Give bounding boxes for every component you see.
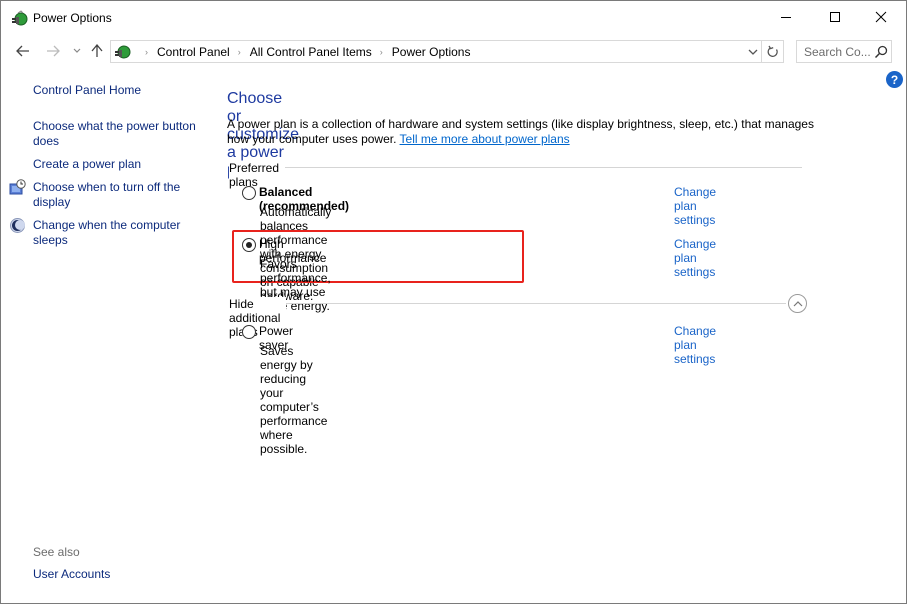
search-icon[interactable] [874, 45, 888, 59]
plan-radio-power-saver[interactable] [242, 325, 256, 339]
window-title: Power Options [33, 11, 112, 25]
search-placeholder: Search Co... [804, 45, 871, 59]
forward-button[interactable] [43, 41, 63, 61]
sidebar-computer-sleeps[interactable]: Change when the computer sleeps [33, 218, 208, 248]
up-button[interactable] [87, 41, 107, 61]
power-options-window: Power Options › Control Panel › All Cont… [0, 0, 907, 604]
minimize-button[interactable] [763, 1, 809, 33]
sidebar-power-button-settings[interactable]: Choose what the power button does [33, 119, 208, 149]
arrow-left-icon [16, 45, 29, 57]
search-input[interactable]: Search Co... [796, 40, 892, 63]
change-plan-settings-power-saver[interactable]: Change plan settings [674, 324, 716, 366]
change-plan-settings-balanced[interactable]: Change plan settings [674, 185, 716, 227]
recent-locations-button[interactable] [67, 41, 87, 61]
chevron-down-icon [748, 49, 758, 55]
group-divider [229, 167, 802, 168]
learn-more-link[interactable]: Tell me more about power plans [400, 132, 570, 146]
sleep-moon-icon [10, 218, 25, 233]
sidebar-create-power-plan[interactable]: Create a power plan [33, 157, 208, 172]
help-icon[interactable]: ? [886, 71, 903, 88]
arrow-right-icon [47, 45, 60, 57]
maximize-icon [830, 12, 840, 22]
refresh-button[interactable] [762, 40, 784, 63]
plan-radio-balanced[interactable] [242, 186, 256, 200]
close-button[interactable] [858, 1, 904, 33]
sidebar-control-panel-home[interactable]: Control Panel Home [33, 83, 208, 98]
arrow-up-icon [91, 44, 103, 57]
title-bar: Power Options [1, 1, 906, 35]
chevron-right-icon[interactable]: › [380, 47, 383, 57]
close-icon [875, 11, 887, 23]
breadcrumb: › Control Panel › All Control Panel Item… [137, 45, 470, 59]
maximize-button[interactable] [812, 1, 858, 33]
breadcrumb-power-options[interactable]: Power Options [392, 45, 471, 59]
chevron-right-icon[interactable]: › [238, 47, 241, 57]
group-divider [229, 303, 786, 304]
navigation-bar: › Control Panel › All Control Panel Item… [1, 37, 906, 65]
address-history-dropdown[interactable] [745, 44, 761, 60]
see-also-label: See also [33, 545, 80, 559]
breadcrumb-control-panel[interactable]: Control Panel [157, 45, 230, 59]
power-options-icon [115, 45, 131, 59]
chevron-down-icon [73, 48, 81, 53]
sidebar-user-accounts[interactable]: User Accounts [33, 567, 208, 582]
page-description: A power plan is a collection of hardware… [227, 117, 817, 147]
back-button[interactable] [13, 41, 33, 61]
sidebar-turn-off-display[interactable]: Choose when to turn off the display [33, 180, 208, 210]
chevron-up-icon [793, 300, 802, 306]
chevron-right-icon: › [145, 47, 148, 57]
collapse-additional-plans-button[interactable] [788, 294, 807, 313]
plan-description-power-saver: Saves energy by reducing your computer’s… [260, 344, 328, 456]
power-options-icon [12, 10, 28, 26]
plan-radio-high-performance[interactable] [242, 238, 256, 252]
minimize-icon [781, 17, 791, 18]
refresh-icon [767, 45, 778, 57]
breadcrumb-all-control-panel-items[interactable]: All Control Panel Items [250, 45, 372, 59]
display-clock-icon [9, 179, 26, 195]
address-bar[interactable]: › Control Panel › All Control Panel Item… [110, 40, 762, 63]
change-plan-settings-high-performance[interactable]: Change plan settings [674, 237, 716, 279]
